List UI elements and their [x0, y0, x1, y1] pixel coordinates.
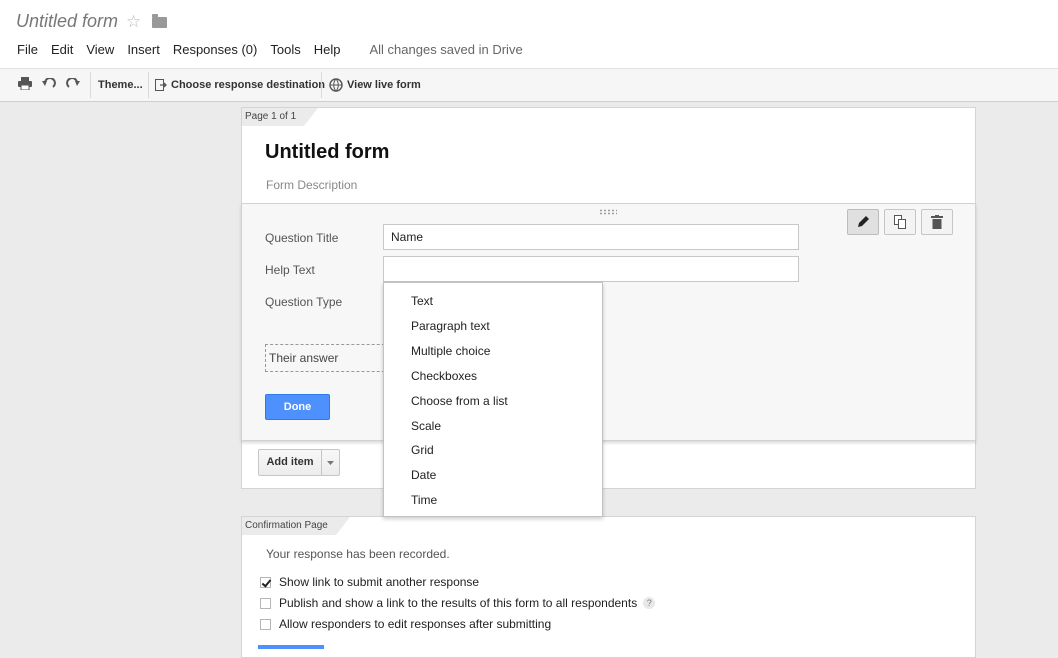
theme-button[interactable]: Theme...	[98, 77, 143, 93]
option-label: Show link to submit another response	[279, 575, 480, 589]
menu-edit[interactable]: Edit	[51, 42, 73, 57]
add-item-dropdown[interactable]	[322, 449, 340, 476]
drag-handle-icon[interactable]	[599, 209, 617, 215]
add-item-button[interactable]: Add item	[258, 449, 322, 476]
type-option-paragraph-text[interactable]: Paragraph text	[411, 319, 490, 333]
type-option-checkboxes[interactable]: Checkboxes	[411, 369, 477, 383]
folder-icon[interactable]	[152, 14, 167, 28]
option-allow-edit[interactable]: Allow responders to edit responses after…	[260, 617, 551, 631]
send-button-edge[interactable]	[258, 645, 324, 649]
type-option-grid[interactable]: Grid	[411, 443, 434, 457]
toolbar: Theme... Choose response destination Vie…	[0, 68, 1058, 102]
toolbar-divider	[148, 72, 149, 98]
question-title-input[interactable]: Name	[383, 224, 799, 250]
confirmation-page-card: Confirmation Page Your response has been…	[241, 516, 976, 658]
option-submit-another[interactable]: Show link to submit another response	[260, 575, 479, 589]
pencil-icon	[858, 216, 869, 227]
help-text-label: Help Text	[265, 263, 315, 277]
option-label: Publish and show a link to the results o…	[279, 596, 638, 610]
menu-view[interactable]: View	[86, 42, 114, 57]
star-icon[interactable]: ☆	[126, 12, 141, 32]
add-item-control: Add item	[258, 449, 340, 476]
type-option-scale[interactable]: Scale	[411, 419, 441, 433]
print-icon[interactable]	[17, 77, 33, 93]
question-type-label: Question Type	[265, 295, 343, 309]
menu-responses[interactable]: Responses (0)	[173, 42, 258, 57]
form-title[interactable]: Untitled form	[265, 141, 389, 164]
document-title[interactable]: Untitled form	[16, 11, 118, 32]
toolbar-divider	[90, 72, 91, 98]
checkbox[interactable]	[260, 597, 271, 609]
view-live-form-label: View live form	[347, 79, 421, 91]
trash-icon	[931, 215, 943, 229]
destination-label: Choose response destination	[171, 79, 326, 91]
question-editor: Question Title Name Help Text Question T…	[241, 203, 976, 441]
option-label: Allow responders to edit responses after…	[279, 617, 552, 631]
duplicate-icon	[894, 215, 906, 229]
type-option-text[interactable]: Text	[411, 294, 433, 308]
done-button[interactable]: Done	[265, 394, 330, 420]
form-editor-card: Page 1 of 1 Untitled form Form Descripti…	[241, 107, 976, 489]
chevron-down-icon	[327, 460, 334, 465]
type-option-choose-from-list[interactable]: Choose from a list	[411, 394, 508, 408]
option-publish-results[interactable]: Publish and show a link to the results o…	[260, 596, 656, 610]
app-header: Untitled form ☆ File Edit View Insert Re…	[0, 0, 1058, 68]
choose-destination-button[interactable]: Choose response destination	[155, 77, 325, 93]
menu-insert[interactable]: Insert	[127, 42, 160, 57]
checkbox[interactable]	[260, 618, 271, 630]
destination-icon	[155, 78, 167, 91]
toolbar-divider	[321, 72, 322, 98]
edit-button[interactable]	[847, 209, 879, 235]
checkbox-checked[interactable]	[260, 576, 271, 588]
menu-file[interactable]: File	[17, 42, 38, 57]
redo-icon[interactable]	[65, 77, 81, 93]
menu-bar: File Edit View Insert Responses (0) Tool…	[17, 41, 523, 57]
delete-button[interactable]	[921, 209, 953, 235]
answer-preview: Their answer	[265, 344, 395, 372]
theme-label: Theme...	[98, 79, 143, 91]
globe-icon	[329, 78, 343, 92]
form-description[interactable]: Form Description	[266, 178, 357, 192]
type-option-time[interactable]: Time	[411, 493, 437, 507]
page-tab: Page 1 of 1	[242, 108, 319, 126]
confirmation-message[interactable]: Your response has been recorded.	[266, 547, 450, 561]
confirmation-tab: Confirmation Page	[242, 517, 350, 535]
menu-help[interactable]: Help	[314, 42, 341, 57]
type-option-multiple-choice[interactable]: Multiple choice	[411, 344, 490, 358]
question-title-label: Question Title	[265, 231, 339, 245]
type-option-date[interactable]: Date	[411, 468, 436, 482]
duplicate-button[interactable]	[884, 209, 916, 235]
undo-icon[interactable]	[41, 77, 57, 93]
question-type-menu: Text Paragraph text Multiple choice Chec…	[383, 282, 603, 517]
view-live-form-button[interactable]: View live form	[329, 77, 421, 93]
save-status: All changes saved in Drive	[369, 41, 523, 57]
help-question-icon[interactable]: ?	[643, 597, 656, 609]
menu-tools[interactable]: Tools	[270, 42, 300, 57]
help-text-input[interactable]	[383, 256, 799, 282]
